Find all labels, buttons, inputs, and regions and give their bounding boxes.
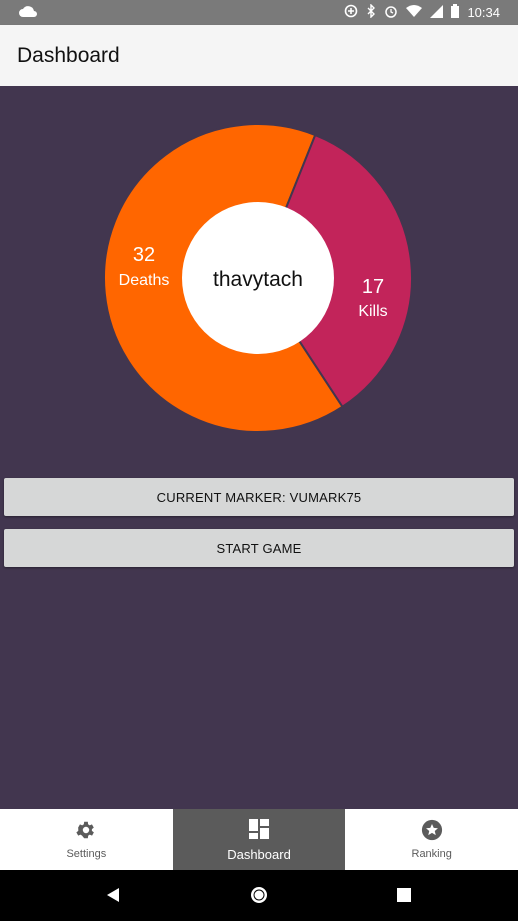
app-bar: Dashboard	[0, 25, 518, 86]
dashboard-icon	[248, 818, 270, 847]
cloud-icon	[18, 4, 38, 23]
nav-settings[interactable]: Settings	[0, 809, 173, 870]
bottom-navigation: Settings Dashboard Ranking	[0, 809, 518, 870]
start-game-button[interactable]: START GAME	[4, 529, 514, 567]
dashboard-content: thavytach 32 Deaths 17 Kills CURRENT MAR…	[0, 86, 518, 809]
page-title: Dashboard	[17, 44, 120, 67]
clock-time: 10:34	[467, 5, 500, 20]
gear-icon	[75, 819, 97, 848]
deaths-label: Deaths	[119, 272, 170, 289]
signal-icon	[430, 4, 444, 21]
home-icon[interactable]	[249, 885, 269, 910]
donut-chart: thavytach 32 Deaths 17 Kills	[103, 123, 413, 433]
bluetooth-icon	[366, 3, 376, 21]
stats-chart: thavytach 32 Deaths 17 Kills	[0, 86, 518, 466]
nav-dashboard[interactable]: Dashboard	[172, 809, 346, 870]
current-marker-button[interactable]: CURRENT MARKER: VUMARK75	[4, 478, 514, 516]
alarm-icon	[384, 4, 398, 21]
system-navigation-bar	[0, 870, 518, 921]
deaths-value: 32	[133, 244, 155, 266]
wifi-icon	[406, 5, 423, 20]
player-name: thavytach	[213, 268, 303, 291]
kills-label: Kills	[358, 303, 387, 320]
battery-icon	[451, 4, 460, 21]
nav-ranking-label: Ranking	[411, 848, 452, 860]
back-icon[interactable]	[106, 887, 120, 908]
overview-icon[interactable]	[397, 888, 411, 907]
star-icon	[421, 819, 443, 848]
data-saver-icon	[344, 4, 358, 21]
nav-dashboard-label: Dashboard	[227, 846, 291, 862]
kills-value: 17	[362, 276, 384, 298]
nav-settings-label: Settings	[66, 848, 107, 860]
status-bar: 10:34	[0, 0, 518, 25]
nav-ranking[interactable]: Ranking	[345, 809, 518, 870]
